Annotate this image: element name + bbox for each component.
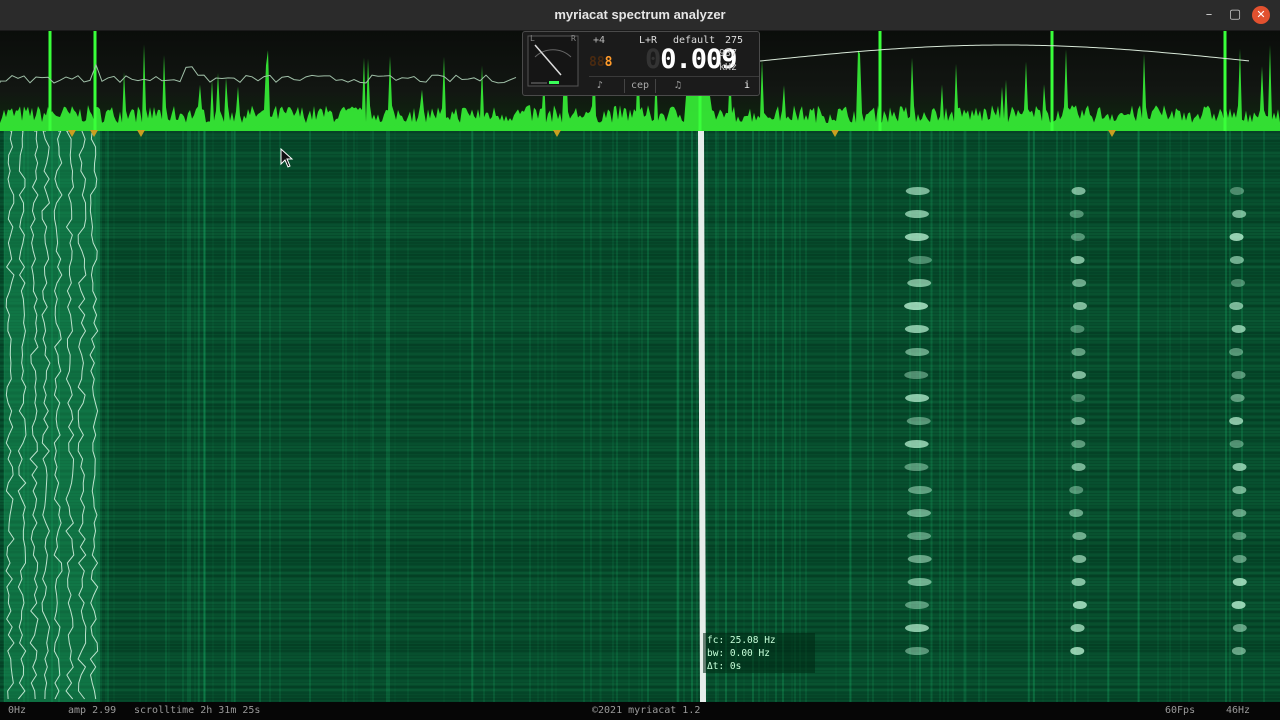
cep-button[interactable]: cep bbox=[624, 79, 656, 93]
meter-left-label: L bbox=[530, 34, 535, 43]
frequency-ghost: 0 bbox=[645, 44, 661, 75]
counter-display: 888 bbox=[589, 55, 615, 71]
offset-value: +4 bbox=[593, 35, 606, 46]
status-right-frequency: 46Hz bbox=[1226, 705, 1251, 716]
status-bar: 0Hz amp 2.99 scrolltime 2h 31m 25s ©2021… bbox=[0, 702, 1280, 720]
music-icon[interactable]: ♫ bbox=[671, 79, 685, 93]
waterfall-graph bbox=[0, 131, 1280, 702]
status-fps: 60Fps bbox=[1165, 705, 1196, 716]
tooltip-time-delta: Δt: 0s bbox=[707, 661, 742, 672]
tooltip-center-frequency: fc: 25.08 Hz bbox=[707, 635, 776, 646]
close-icon[interactable]: ✕ bbox=[1252, 6, 1270, 24]
note-icon[interactable]: ♪ bbox=[593, 79, 607, 93]
waterfall-display[interactable] bbox=[0, 131, 1280, 702]
maximize-icon[interactable]: ▢ bbox=[1226, 6, 1244, 24]
counter-ghost: 88 bbox=[589, 55, 605, 70]
status-scrolltime: scrolltime 2h 31m 25s bbox=[134, 705, 261, 716]
needle-meter-icon: L R bbox=[527, 34, 579, 87]
frequency-unit: kHz bbox=[719, 62, 738, 73]
counter-value: 8 bbox=[604, 55, 613, 70]
status-amplitude: amp 2.99 bbox=[68, 705, 117, 716]
title-bar: myriacat spectrum analyzer – ▢ ✕ bbox=[0, 0, 1280, 31]
frequency-sub-value: 937 bbox=[719, 48, 738, 59]
cursor-arrow-icon bbox=[280, 148, 294, 168]
window-title: myriacat spectrum analyzer bbox=[554, 7, 726, 22]
panel-divider bbox=[589, 76, 759, 77]
status-copyright: ©2021 myriacat 1.2 bbox=[592, 705, 701, 716]
minimize-icon[interactable]: – bbox=[1200, 6, 1218, 24]
cursor-tooltip: fc: 25.08 Hz bw: 0.00 Hz Δt: 0s bbox=[703, 633, 815, 673]
tooltip-bandwidth: bw: 0.00 Hz bbox=[707, 648, 770, 659]
info-icon[interactable]: i bbox=[741, 79, 753, 93]
control-panel: L R +4 888 L+R default 275 00.009 937 kH… bbox=[522, 31, 760, 96]
status-left-frequency: 0Hz bbox=[8, 705, 27, 716]
meter-right-label: R bbox=[571, 34, 576, 43]
peak-markers bbox=[68, 130, 1116, 137]
